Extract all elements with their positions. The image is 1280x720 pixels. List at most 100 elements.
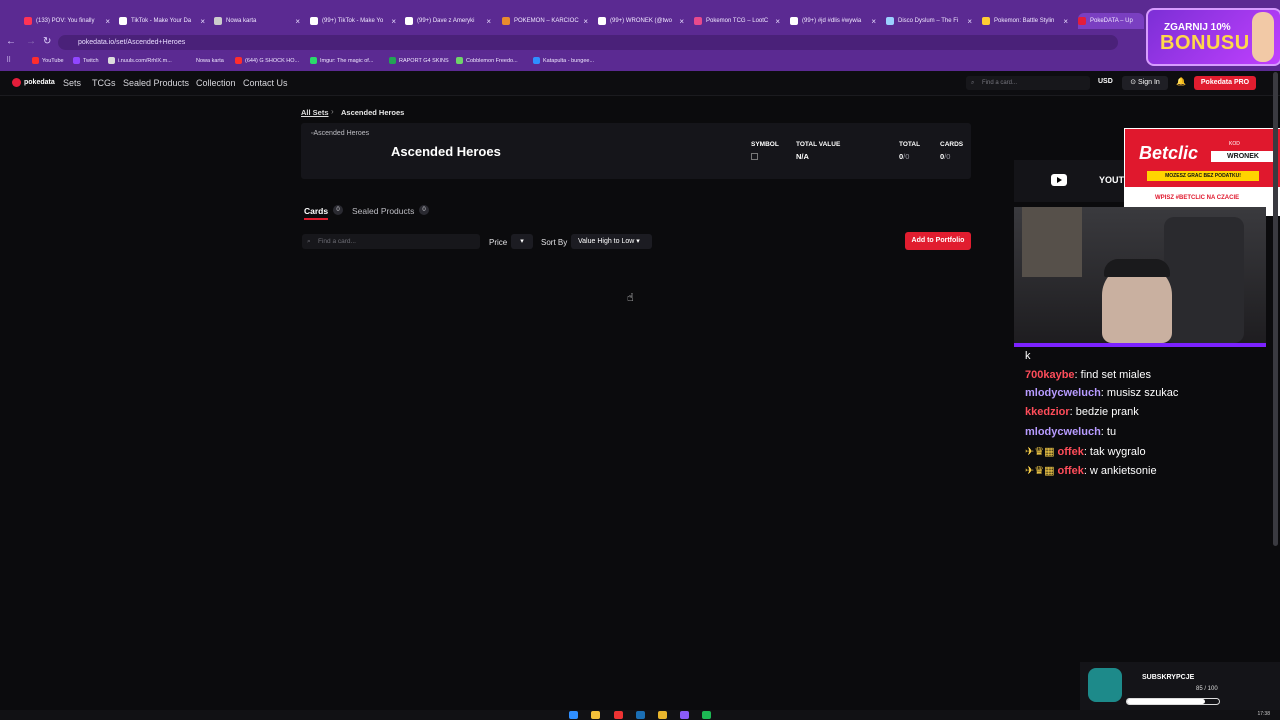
total-value-label: TOTAL VALUE (796, 141, 841, 148)
bookmark-favicon-icon (389, 57, 396, 64)
sign-in-button[interactable]: ⊙ Sign In (1122, 76, 1168, 90)
forward-icon[interactable]: → (26, 36, 36, 47)
close-tab-icon[interactable]: × (871, 17, 876, 26)
browser-tab[interactable]: Pokemon TCG – LootC × (694, 13, 780, 29)
close-tab-icon[interactable]: × (295, 17, 300, 26)
bookmark-item[interactable]: RAPORT G4 SKINS (389, 57, 449, 64)
card-search-input[interactable]: ⌕ Find a card... (302, 234, 480, 249)
browser-tab[interactable]: Pokemon: Battle Stylin × (982, 13, 1068, 29)
steam-icon[interactable] (636, 711, 645, 719)
price-dropdown[interactable]: ▾ (511, 234, 533, 249)
folder-icon[interactable] (591, 711, 600, 719)
discord-icon[interactable] (680, 711, 689, 719)
tab-label: Pokemon: Battle Stylin (994, 18, 1055, 24)
search-icon: ⌕ (971, 80, 975, 86)
site-logo[interactable]: pokedata (12, 78, 55, 87)
breadcrumb-all-sets[interactable]: All Sets (301, 108, 329, 117)
cards-label: CARDS (940, 141, 964, 148)
tab-favicon-icon (598, 17, 606, 25)
browser-tab[interactable]: Disco Dyslum – The Fi × (886, 13, 972, 29)
pokedata-pro-button[interactable]: Pokedata PRO (1194, 76, 1256, 90)
hand-cursor-icon: ☝ (627, 292, 634, 304)
browser-tab[interactable]: (99+) Dave z Ameryki × (405, 13, 491, 29)
tab-favicon-icon (214, 17, 222, 25)
promo-banner[interactable]: ZGARNIJ 10% BONUSU (1146, 8, 1280, 66)
address-bar[interactable]: pokedata.io/set/Ascended+Heroes (58, 35, 1118, 50)
symbol-label: SYMBOL (751, 141, 779, 148)
back-icon[interactable]: ← (6, 36, 16, 47)
tab-sealed-products[interactable]: Sealed Products (352, 206, 414, 216)
windows-start-icon[interactable] (569, 711, 578, 719)
betclic-ad: Betclic KOD WRONEK MOZESZ GRAC BEZ PODAT… (1124, 128, 1280, 216)
chat-message: 700kaybe: find set miales (1025, 369, 1151, 381)
tab-label: Pokemon TCG – LootC (706, 18, 769, 24)
search-icon: ⌕ (307, 238, 311, 245)
scrollbar[interactable] (1273, 72, 1278, 546)
add-to-portfolio-button[interactable]: Add to Portfolio (905, 232, 971, 250)
nav-collection[interactable]: Collection (196, 78, 236, 88)
close-tab-icon[interactable]: × (391, 17, 396, 26)
bookmark-item[interactable]: Imgur: The magic of... (310, 57, 373, 64)
cards-count: 0/0 (940, 152, 951, 161)
browser-tab[interactable]: Nowa karta × (214, 13, 300, 29)
tab-label: Nowa karta (226, 18, 257, 24)
close-tab-icon[interactable]: × (775, 17, 780, 26)
chat-username: k (1025, 350, 1031, 362)
chevron-right-icon: › (331, 107, 334, 116)
spotify-icon[interactable] (702, 711, 711, 719)
bookmark-item[interactable]: Cobblemon Freedo... (456, 57, 518, 64)
close-tab-icon[interactable]: × (679, 17, 684, 26)
browser-tab[interactable]: (99+) #jd #dlis #wywia × (790, 13, 876, 29)
user-icon: ⊙ (1130, 79, 1138, 86)
close-tab-icon[interactable]: × (105, 17, 110, 26)
bookmark-favicon-icon (533, 57, 540, 64)
chat-text: : tak wygralo (1083, 446, 1146, 458)
sort-label: Sort By (541, 238, 568, 247)
chat-message: ✈♛▦ offek: w ankietsonie (1025, 464, 1157, 477)
browser-tab[interactable]: (133) POV: You finally × (24, 13, 110, 29)
subscription-mascot-icon (1088, 668, 1122, 702)
sort-dropdown[interactable]: Value High to Low ▾ (571, 234, 652, 249)
nav-sets[interactable]: Sets (63, 78, 81, 88)
chat-message: k (1025, 350, 1031, 362)
chat-username: mlodycweluch (1025, 426, 1101, 438)
reload-icon[interactable]: ↻ (43, 36, 51, 47)
tab-favicon-icon (24, 17, 32, 25)
bookmark-favicon-icon (186, 57, 193, 64)
close-tab-icon[interactable]: × (486, 17, 491, 26)
bookmark-item[interactable]: Twitch (73, 57, 99, 64)
browser-tab[interactable]: PokeDATA – Up (1078, 13, 1144, 29)
cards-count-badge: 0 (333, 205, 343, 215)
browser-tab[interactable]: (99+) WRONEK (@two × (598, 13, 684, 29)
browser-tab[interactable]: (99+) TikTok - Make Yo × (310, 13, 396, 29)
close-tab-icon[interactable]: × (1063, 17, 1068, 26)
close-tab-icon[interactable]: × (200, 17, 205, 26)
pokeball-icon (12, 78, 21, 87)
close-tab-icon[interactable]: × (967, 17, 972, 26)
bookmark-item[interactable]: i.nuuls.com/RrhlX.m... (108, 57, 172, 64)
header-search-input[interactable]: ⌕ Find a card... (966, 76, 1090, 90)
bookmark-item[interactable]: Katapulta - bungee... (533, 57, 594, 64)
close-tab-icon[interactable]: × (583, 17, 588, 26)
app-icon[interactable] (614, 711, 623, 719)
bookmark-item[interactable]: YouTube (32, 57, 64, 64)
promo-figure (1252, 12, 1274, 62)
chrome-icon[interactable] (658, 711, 667, 719)
bell-icon[interactable]: 🔔 (1176, 77, 1186, 86)
chevron-down-icon: ▾ (636, 238, 640, 245)
tab-cards[interactable]: Cards (304, 206, 328, 216)
browser-tab[interactable]: TikTok - Make Your Da × (119, 13, 205, 29)
chat-text: : find set miales (1074, 369, 1151, 381)
browser-tab[interactable]: POKEMON – KARCIOC × (502, 13, 588, 29)
tab-favicon-icon (886, 17, 894, 25)
apps-icon[interactable]: ⠿ (6, 56, 11, 64)
bookmark-item[interactable]: (644) G SHOCK HO... (235, 57, 299, 64)
nav-sealed-products[interactable]: Sealed Products (123, 78, 189, 88)
nav-tcgs[interactable]: TCGs (92, 78, 116, 88)
bookmark-item[interactable]: Nowa karta (186, 57, 224, 64)
nav-contact-us[interactable]: Contact Us (243, 78, 288, 88)
youtube-icon (1051, 174, 1067, 186)
currency-selector[interactable]: USD (1098, 78, 1113, 85)
chat-username: offek (1057, 465, 1084, 477)
betclic-logo: Betclic (1139, 143, 1199, 163)
